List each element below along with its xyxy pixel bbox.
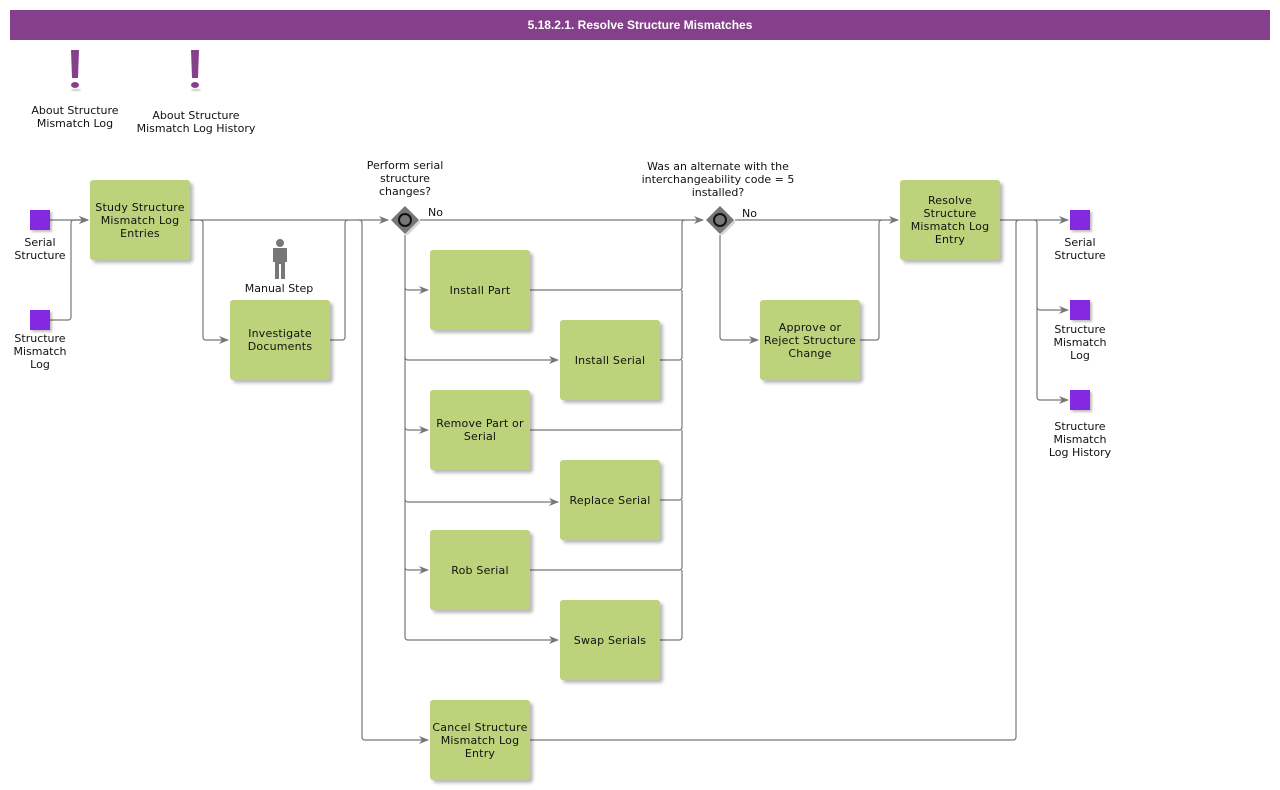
gateway-question: Was an alternate with the interchangeabi… xyxy=(641,160,795,199)
data-object-serial-structure-input[interactable] xyxy=(30,210,50,230)
flow-approve-to-resolve xyxy=(860,219,883,341)
branch-label-no: No xyxy=(428,206,443,219)
data-object-serial-structure-output[interactable] xyxy=(1070,210,1090,230)
data-object-label: Structure Mismatch Log xyxy=(1053,323,1107,362)
flow-to-remove-part xyxy=(404,357,429,434)
branch-label-no: No xyxy=(742,207,757,220)
data-object-mismatch-log-output[interactable] xyxy=(1070,300,1090,320)
flow-investigate-to-gateway1 xyxy=(330,219,349,341)
data-object-mismatch-log-input[interactable] xyxy=(30,310,50,330)
exclamation-icon[interactable] xyxy=(68,48,82,94)
annotation-label: About Structure Mismatch Log xyxy=(31,104,119,130)
manual-step-label: Manual Step xyxy=(244,282,314,295)
merge-replace-serial xyxy=(660,430,683,501)
annotation-label: About Structure Mismatch Log History xyxy=(136,109,256,135)
exclamation-icon[interactable] xyxy=(188,48,202,94)
task-cancel[interactable]: Cancel Structure Mismatch Log Entry xyxy=(430,700,530,780)
task-swap-serials[interactable]: Swap Serials xyxy=(560,600,660,680)
merge-install-serial xyxy=(660,290,683,361)
task-investigate[interactable]: Investigate Documents xyxy=(230,300,330,380)
merge-install-part xyxy=(530,219,686,291)
task-resolve[interactable]: Resolve Structure Mismatch Log Entry xyxy=(900,180,1000,260)
flow-mismatch-log-to-study xyxy=(50,216,89,321)
flow-to-cancel xyxy=(358,219,429,744)
gateway-diamond[interactable] xyxy=(705,205,735,235)
task-study[interactable]: Study Structure Mismatch Log Entries xyxy=(90,180,190,260)
data-object-label: Structure Mismatch Log History xyxy=(1048,420,1112,459)
task-rob-serial[interactable]: Rob Serial xyxy=(430,530,530,610)
flow-resolve-to-mismatch-log xyxy=(1033,219,1069,314)
data-object-log-history-output[interactable] xyxy=(1070,390,1090,410)
flow-to-rob-serial xyxy=(404,499,429,574)
task-install-part[interactable]: Install Part xyxy=(430,250,530,330)
task-replace-serial[interactable]: Replace Serial xyxy=(560,460,660,540)
flow-gateway2-to-approve xyxy=(719,235,759,344)
gateway-question: Perform serial structure changes? xyxy=(366,159,444,198)
flow-to-install-part xyxy=(404,235,429,294)
data-object-label: Structure Mismatch Log xyxy=(13,332,67,371)
gateway-diamond[interactable] xyxy=(390,205,420,235)
flow-study-to-investigate xyxy=(199,219,229,344)
merge-swap-serials xyxy=(660,570,683,641)
person-icon xyxy=(273,239,287,279)
data-object-label: Serial Structure xyxy=(1054,236,1106,262)
task-install-serial[interactable]: Install Serial xyxy=(560,320,660,400)
task-remove-part[interactable]: Remove Part or Serial xyxy=(430,390,530,470)
data-object-label: Serial Structure xyxy=(14,236,66,262)
task-approve[interactable]: Approve or Reject Structure Change xyxy=(760,300,860,380)
